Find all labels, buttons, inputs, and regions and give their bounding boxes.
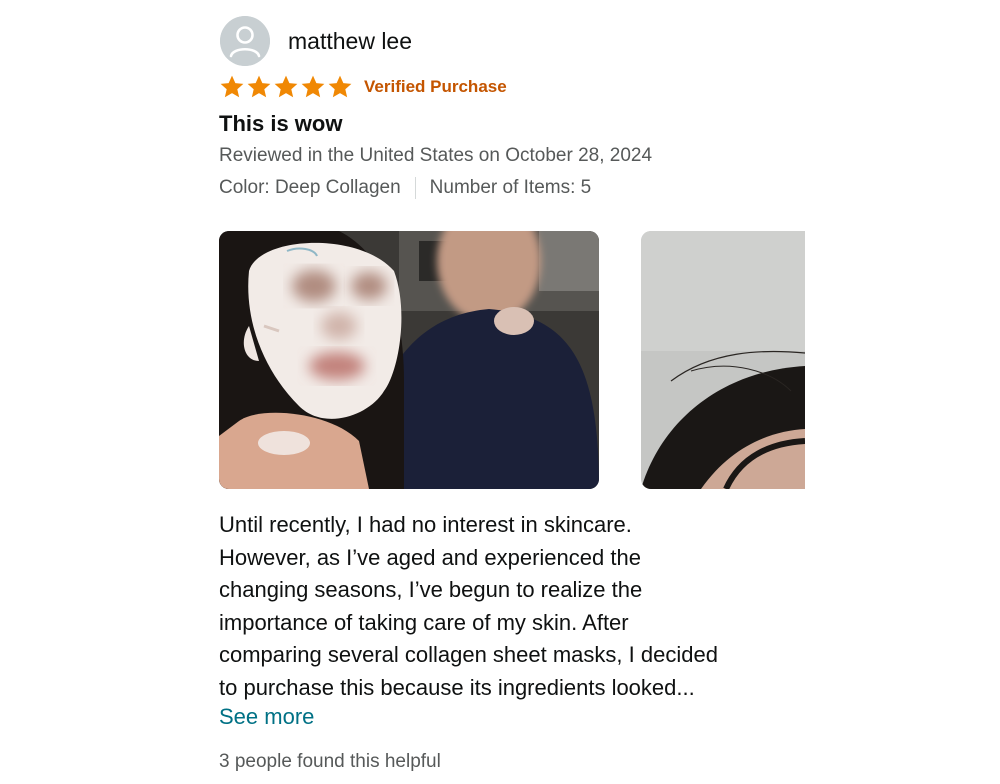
review-title: This is wow bbox=[219, 111, 343, 136]
variant-color[interactable]: Color: Deep Collagen bbox=[219, 177, 401, 199]
review-body-line: changing seasons, I’ve begun to realize … bbox=[219, 577, 643, 602]
review-body-line: Until recently, I had no interest in ski… bbox=[219, 512, 632, 537]
verified-purchase-badge: Verified Purchase bbox=[364, 77, 507, 96]
product-variant: Color: Deep Collagen Number of Items: 5 bbox=[219, 177, 591, 199]
review-photo[interactable] bbox=[219, 231, 599, 489]
divider bbox=[414, 177, 416, 199]
photo-couple-face-mask-icon bbox=[219, 231, 599, 489]
helpful-count: 3 people found this helpful bbox=[219, 751, 441, 772]
review-body-line: to purchase this because its ingredients… bbox=[219, 674, 695, 700]
review-body-line: comparing several collagen sheet masks, … bbox=[219, 642, 718, 667]
review-body-line: However, as I’ve aged and experienced th… bbox=[219, 544, 641, 570]
star-icon bbox=[247, 75, 271, 98]
star-icon bbox=[274, 75, 298, 98]
variant-items[interactable]: Number of Items: 5 bbox=[430, 177, 592, 199]
avatar-icon[interactable] bbox=[220, 16, 270, 66]
star-icon bbox=[301, 75, 325, 98]
review-body: Until recently, I had no interest in ski… bbox=[219, 509, 799, 704]
star-icon bbox=[328, 75, 352, 98]
rating-row: Verified Purchase bbox=[219, 73, 507, 101]
photo-hair-partial-icon bbox=[641, 231, 805, 489]
review-card: matthew lee Verified Purchase This is wo… bbox=[0, 0, 1000, 784]
star-rating[interactable] bbox=[219, 74, 353, 100]
star-icon bbox=[220, 75, 244, 98]
review-body-line: importance of taking care of my skin. Af… bbox=[219, 609, 629, 635]
see-more-link[interactable]: See more bbox=[219, 704, 314, 730]
review-date: Reviewed in the United States on October… bbox=[219, 145, 653, 166]
review-photo[interactable] bbox=[641, 231, 805, 489]
reviewer-name[interactable]: matthew lee bbox=[288, 28, 412, 55]
